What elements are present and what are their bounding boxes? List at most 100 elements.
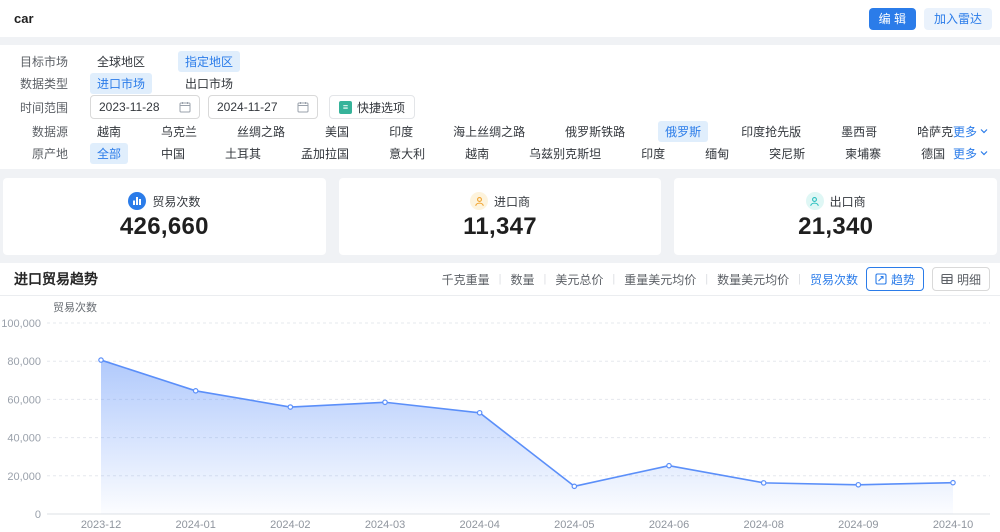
filter-option[interactable]: 出口市场 (178, 73, 240, 94)
importer-label: 进口商 (494, 194, 531, 209)
metric-tab[interactable]: 数量 (510, 271, 534, 288)
filter-option[interactable]: 全球地区 (90, 51, 152, 72)
filter-option[interactable]: 哈萨克斯坦 (910, 121, 953, 142)
trend-icon (875, 273, 887, 285)
origin-options: 全部中国土耳其孟加拉国意大利越南乌兹别克斯坦印度缅甸突尼斯柬埔寨德国保加利亚葡萄… (68, 142, 953, 164)
metric-tab[interactable]: 千克重量 (442, 271, 490, 288)
quick-options-icon: ≡ (339, 100, 352, 114)
filter-option[interactable]: 乌兹别克斯坦 (522, 143, 608, 164)
trend-chart: 贸易次数 0 20,000 40,000 60,000 80,000 100,000 2023… (1, 300, 990, 531)
metric-tab[interactable]: 数量美元均价 (717, 271, 789, 288)
trend-header: 进口贸易趋势 千克重量 | 数量 | 美元总价 | 重量美元均价 | 数量美元均价 | 贸易次数 趋… (0, 263, 1000, 296)
origin-more-link[interactable]: 更多 (953, 145, 988, 162)
metric-separator: | (612, 273, 616, 285)
filter-row-origin: 原产地 全部中国土耳其孟加拉国意大利越南乌兹别克斯坦印度缅甸突尼斯柬埔寨德国保加… (0, 142, 1000, 164)
end-date-value: 2024-11-27 (217, 100, 278, 114)
metric-separator: | (543, 273, 547, 285)
svg-text:2024-06: 2024-06 (649, 519, 689, 531)
svg-text:2024-02: 2024-02 (270, 519, 310, 531)
filter-option[interactable]: 突尼斯 (762, 143, 812, 164)
svg-text:2024-05: 2024-05 (554, 519, 594, 531)
stat-cards: 贸易次数 426,660 进口商 11,347 出口商 21,340 (3, 178, 998, 255)
filter-row-data-source: 数据源 越南 乌克兰 丝绸之路 美国 印度 海上丝绸之路 俄罗斯铁路 俄罗斯 印度抢先版 墨西哥 哈… (0, 120, 1000, 142)
svg-text:2024-04: 2024-04 (459, 519, 499, 531)
data-source-options: 越南 乌克兰 丝绸之路 美国 印度 海上丝绸之路 俄罗斯铁路 俄罗斯 印度抢先版 墨西哥 哈萨克斯坦… (68, 120, 953, 142)
metric-tab[interactable]: 重量美元均价 (624, 271, 696, 288)
filter-option[interactable]: 乌克兰 (154, 121, 204, 142)
filter-option[interactable]: 德国 (914, 143, 952, 164)
svg-text:40,000: 40,000 (7, 433, 41, 445)
origin-label: 原产地 (31, 146, 68, 161)
svg-text:2024-08: 2024-08 (743, 519, 783, 531)
svg-text:2024-01: 2024-01 (175, 519, 215, 531)
svg-text:0: 0 (35, 509, 41, 521)
svg-text:100,000: 100,000 (1, 318, 41, 330)
filter-option[interactable]: 印度 (382, 121, 420, 142)
target-market-options: 全球地区 指定地区 (68, 50, 988, 72)
filter-option[interactable]: 中国 (154, 143, 192, 164)
quick-options-label: 快捷选项 (357, 100, 406, 115)
time-range-label: 时间范围 (19, 100, 68, 115)
filter-option[interactable]: 柬埔寨 (838, 143, 888, 164)
filter-option[interactable]: 印度抢先版 (734, 121, 808, 142)
filter-option[interactable]: 美国 (318, 121, 356, 142)
filter-row-data-type: 数据类型 进口市场 出口市场 (0, 72, 1000, 94)
edit-button[interactable]: 编 辑 (868, 7, 916, 30)
svg-text:60,000: 60,000 (7, 394, 41, 406)
start-date-input[interactable]: 2023-11-28 (90, 95, 200, 119)
filter-option[interactable]: 孟加拉国 (294, 143, 356, 164)
filter-option[interactable]: 进口市场 (90, 72, 153, 94)
table-icon (941, 273, 953, 285)
quick-options-button[interactable]: ≡ 快捷选项 (329, 95, 416, 119)
filter-option[interactable]: 意大利 (382, 143, 432, 164)
metric-tabs: 千克重量 | 数量 | 美元总价 | 重量美元均价 | 数量美元均价 | 贸易次数 (442, 271, 858, 288)
metric-separator: | (498, 273, 502, 285)
exporter-icon (805, 192, 824, 210)
page-title: car (14, 11, 34, 26)
svg-text:2023-12: 2023-12 (81, 519, 121, 531)
target-market-label: 目标市场 (19, 54, 68, 69)
trend-title: 进口贸易趋势 (14, 271, 98, 287)
trend-panel: 进口贸易趋势 千克重量 | 数量 | 美元总价 | 重量美元均价 | 数量美元均价 | 贸易次数 趋… (0, 263, 1000, 532)
trade-count-card: 贸易次数 426,660 (3, 178, 326, 255)
filter-option[interactable]: 印度 (634, 143, 672, 164)
data-type-options: 进口市场 出口市场 (68, 72, 988, 94)
filter-option[interactable]: 越南 (458, 143, 496, 164)
end-date-input[interactable]: 2024-11-27 (208, 95, 318, 119)
trend-view-button[interactable]: 趋势 (865, 267, 924, 291)
metric-tab[interactable]: 贸易次数 (810, 271, 858, 288)
metric-separator: | (705, 273, 709, 285)
filter-option[interactable]: 墨西哥 (834, 121, 884, 142)
importer-value: 11,347 (463, 213, 537, 240)
trade-count-label: 贸易次数 (152, 194, 201, 209)
filter-option[interactable]: 越南 (90, 121, 128, 142)
trade-count-value: 426,660 (119, 213, 209, 240)
filter-option[interactable]: 俄罗斯 (658, 120, 709, 142)
filter-option[interactable]: 全部 (90, 142, 129, 164)
filter-option[interactable]: 土耳其 (218, 143, 268, 164)
filter-option[interactable]: 丝绸之路 (230, 121, 292, 142)
filter-option[interactable]: 指定地区 (178, 50, 241, 72)
filter-option[interactable]: 俄罗斯铁路 (558, 121, 632, 142)
svg-text:2024-03: 2024-03 (365, 519, 405, 531)
svg-text:2024-10: 2024-10 (933, 519, 973, 531)
chevron-down-icon (980, 129, 988, 134)
filter-row-time-range: 时间范围 2023-11-28 2024-11-27 ≡ 快捷选项 (0, 94, 1000, 120)
filter-option[interactable]: 海上丝绸之路 (446, 121, 532, 142)
exporter-card: 出口商 21,340 (674, 178, 998, 255)
filter-option[interactable]: 缅甸 (698, 143, 736, 164)
exporter-value: 21,340 (798, 213, 874, 240)
data-source-more-link[interactable]: 更多 (953, 123, 988, 140)
filter-panel: 目标市场 全球地区 指定地区 数据类型 进口市场 出口市场 时间范围 2023-11… (0, 45, 1000, 169)
chevron-down-icon (980, 151, 988, 156)
metric-tab[interactable]: 美元总价 (555, 271, 603, 288)
svg-text:2024-09: 2024-09 (838, 519, 878, 531)
top-bar: car 编 辑 加入雷达 (0, 0, 1000, 37)
svg-text:80,000: 80,000 (7, 356, 41, 368)
join-radar-button[interactable]: 加入雷达 (923, 7, 992, 30)
start-date-value: 2023-11-28 (99, 100, 160, 114)
filter-row-target-market: 目标市场 全球地区 指定地区 (0, 50, 1000, 72)
importer-icon (470, 192, 488, 210)
data-type-label: 数据类型 (19, 76, 68, 91)
detail-view-button[interactable]: 明细 (931, 267, 990, 291)
